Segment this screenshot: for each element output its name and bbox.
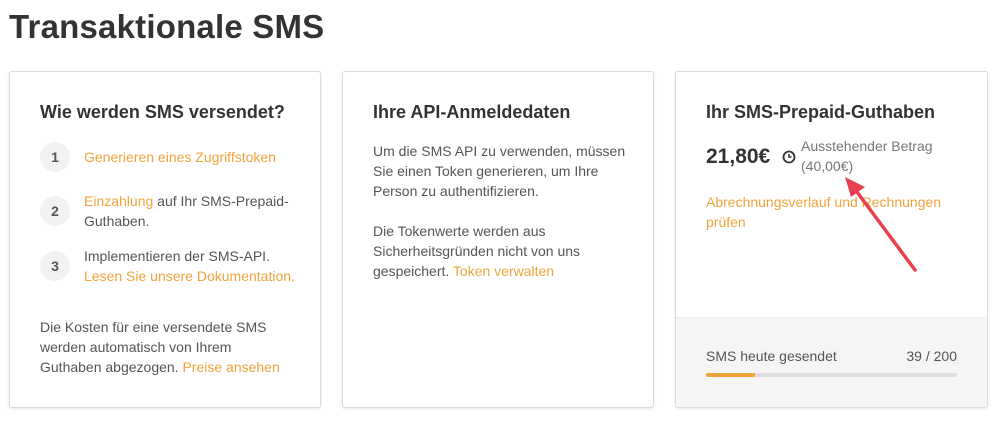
clock-icon bbox=[782, 150, 796, 164]
sms-sent-label: SMS heute gesendet bbox=[706, 348, 837, 364]
api-credentials-card: Ihre API-Anmeldedaten Um die SMS API zu … bbox=[342, 71, 654, 408]
view-prices-link[interactable]: Preise ansehen bbox=[182, 359, 279, 375]
step-3: 3 Implementieren der SMS-API. Lesen Sie … bbox=[40, 246, 299, 286]
manage-tokens-link[interactable]: Token verwalten bbox=[453, 263, 554, 279]
pending-value: (40,00€) bbox=[801, 158, 854, 174]
api-intro-text: Um die SMS API zu verwenden, müssen Sie … bbox=[373, 143, 626, 199]
documentation-link[interactable]: Lesen Sie unsere Dokumentation. bbox=[84, 268, 295, 284]
prepaid-balance-card: Ihr SMS-Prepaid-Guthaben 21,80€ Ausstehe… bbox=[675, 71, 988, 408]
how-sms-sent-card: Wie werden SMS versendet? 1 Generieren e… bbox=[9, 71, 321, 408]
pending-amount: Ausstehender Betrag (40,00€) bbox=[801, 136, 971, 176]
step-number: 3 bbox=[40, 251, 70, 281]
pending-label: Ausstehender Betrag bbox=[801, 138, 933, 154]
sms-sent-count: 39 / 200 bbox=[906, 348, 957, 364]
card-title: Ihre API-Anmeldedaten bbox=[373, 102, 571, 122]
sms-usage-progress-fill bbox=[706, 373, 755, 377]
balance-amount: 21,80€ bbox=[706, 145, 771, 168]
step-1: 1 Generieren eines Zugriffstoken bbox=[40, 142, 299, 172]
sms-sent-today-panel: SMS heute gesendet 39 / 200 bbox=[676, 317, 987, 407]
token-storage-info: Die Tokenwerte werden aus Sicherheitsgrü… bbox=[373, 221, 628, 281]
generate-token-link[interactable]: Generieren eines Zugriffstoken bbox=[84, 149, 276, 165]
step-2: 2 Einzahlung auf Ihr SMS-Prepaid-Guthabe… bbox=[40, 191, 299, 231]
step-3-text: Implementieren der SMS-API. bbox=[84, 248, 270, 264]
card-title: Ihr SMS-Prepaid-Guthaben bbox=[706, 102, 936, 122]
cost-info: Die Kosten für eine versendete SMS werde… bbox=[40, 317, 295, 377]
step-number: 1 bbox=[40, 142, 70, 172]
sms-usage-progress bbox=[706, 373, 957, 377]
card-title: Wie werden SMS versendet? bbox=[40, 102, 285, 122]
deposit-link[interactable]: Einzahlung bbox=[84, 193, 153, 209]
step-number: 2 bbox=[40, 196, 70, 226]
page-title: Transaktionale SMS bbox=[9, 8, 325, 45]
billing-history-link[interactable]: Abrechnungsverlauf und Rechnungen prüfen bbox=[706, 194, 941, 230]
